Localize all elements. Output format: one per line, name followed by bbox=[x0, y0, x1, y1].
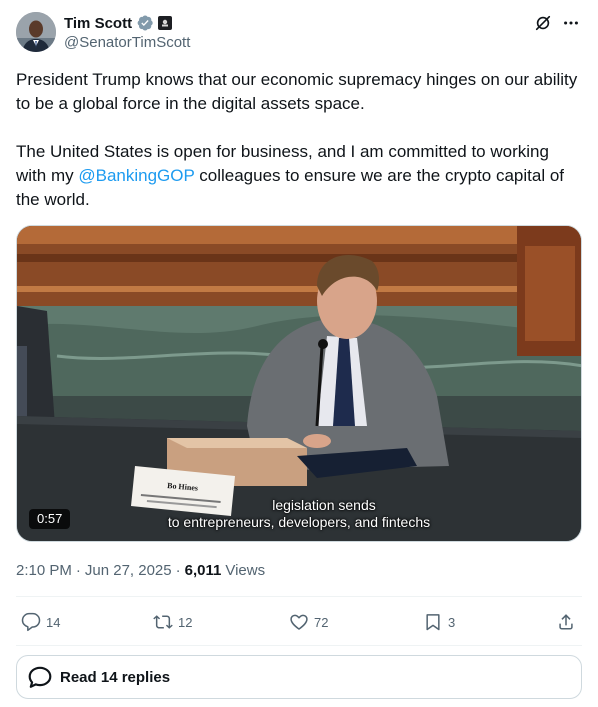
video-player[interactable]: Bo Hines legislation sends to entreprene… bbox=[16, 225, 582, 542]
senate-affiliation-icon[interactable] bbox=[158, 16, 173, 30]
repost-count: 12 bbox=[178, 614, 193, 630]
post-metadata: 2:10 PM · Jun 27, 2025 · 6,011 Views bbox=[16, 561, 265, 579]
author-names: Tim Scott @SenatorTimScott bbox=[64, 13, 190, 52]
divider bbox=[16, 596, 582, 597]
avatar[interactable] bbox=[16, 12, 56, 52]
post-paragraph-1: President Trump knows that our economic … bbox=[16, 70, 578, 113]
video-duration: 0:57 bbox=[29, 509, 71, 529]
more-icon[interactable] bbox=[560, 12, 582, 34]
video-caption-line-2: to entrepreneurs, developers, and fintec… bbox=[167, 514, 431, 530]
bookmark-button[interactable]: 3 bbox=[422, 608, 455, 636]
verified-badge-icon[interactable] bbox=[136, 14, 154, 32]
reply-button[interactable]: 14 bbox=[20, 608, 60, 636]
like-count: 72 bbox=[314, 614, 329, 630]
author-display-name[interactable]: Tim Scott bbox=[64, 15, 132, 32]
bookmark-icon bbox=[422, 611, 444, 633]
read-replies-label: Read 14 replies bbox=[60, 668, 171, 686]
header-actions bbox=[532, 12, 582, 34]
views-label: Views bbox=[225, 561, 266, 579]
post-header: Tim Scott @SenatorTimScott bbox=[16, 12, 582, 56]
post-text: President Trump knows that our economic … bbox=[16, 68, 582, 212]
action-bar: 14 12 72 3 bbox=[16, 608, 582, 636]
author-handle[interactable]: @SenatorTimScott bbox=[64, 34, 190, 51]
video-caption-line-1: legislation sends bbox=[272, 497, 376, 513]
post-time[interactable]: 2:10 PM bbox=[16, 562, 72, 579]
repost-button[interactable]: 12 bbox=[152, 608, 192, 636]
share-icon bbox=[555, 611, 577, 633]
post-paragraph-2: The United States is open for business, … bbox=[16, 140, 582, 212]
mention-link[interactable]: @BankingGOP bbox=[78, 166, 194, 185]
grok-icon[interactable] bbox=[532, 12, 554, 34]
like-button[interactable]: 72 bbox=[288, 608, 328, 636]
heart-icon bbox=[288, 611, 310, 633]
divider bbox=[16, 645, 582, 646]
post-date[interactable]: Jun 27, 2025 bbox=[85, 562, 172, 579]
post-card: Tim Scott @SenatorTimScott President Tru… bbox=[0, 0, 598, 707]
reply-icon bbox=[20, 611, 42, 633]
views-count: 6,011 bbox=[184, 561, 222, 579]
share-button[interactable] bbox=[555, 608, 577, 636]
read-replies-button[interactable]: Read 14 replies bbox=[16, 655, 582, 699]
speech-bubble-icon bbox=[27, 664, 53, 690]
meta-separator: · bbox=[75, 561, 81, 579]
bookmark-count: 3 bbox=[448, 614, 456, 630]
meta-separator: · bbox=[175, 561, 181, 579]
reply-count: 14 bbox=[46, 614, 61, 630]
repost-icon bbox=[152, 611, 174, 633]
video-frame: Bo Hines bbox=[17, 226, 581, 541]
